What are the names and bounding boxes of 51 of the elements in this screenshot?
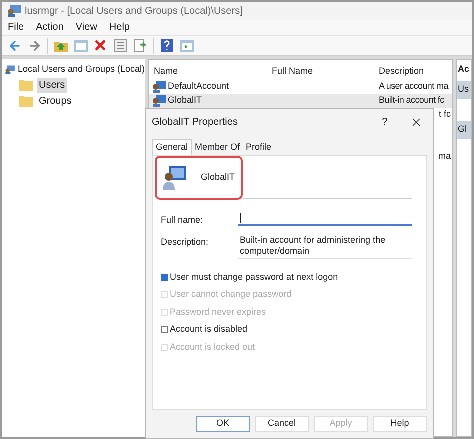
description-text: ma bbox=[438, 150, 451, 164]
user-computer-icon bbox=[163, 165, 187, 191]
field-label: Full name: bbox=[161, 214, 204, 227]
window-title: lusrmgr - [Local Users and Groups (Local)\Users] bbox=[25, 4, 243, 18]
checkbox-label: Account is disabled bbox=[170, 323, 248, 336]
checkbox-label: Account is locked out bbox=[170, 340, 256, 354]
list-row[interactable]: DefaultAccount A user account ma bbox=[149, 80, 452, 94]
dialog-button[interactable]: OK bbox=[196, 416, 250, 432]
column-header[interactable]: Name bbox=[149, 65, 270, 79]
description-text: t fc bbox=[438, 108, 451, 122]
user-icon bbox=[152, 95, 166, 107]
user-name: GlobalIT bbox=[201, 171, 236, 184]
text-field[interactable] bbox=[238, 212, 412, 226]
actions-section[interactable]: Gl bbox=[457, 121, 471, 139]
folder-icon bbox=[19, 79, 33, 91]
tree-item[interactable]: Users bbox=[37, 78, 68, 92]
actions-header: Ac bbox=[457, 63, 471, 76]
actions-section[interactable]: Us bbox=[457, 81, 471, 99]
tab[interactable]: Member Of bbox=[192, 141, 244, 155]
dialog-title: GlobalIT Properties bbox=[152, 116, 239, 130]
help-button[interactable]: ? bbox=[378, 114, 392, 130]
field-label: Description: bbox=[161, 236, 210, 249]
description-text: Built-in account fc bbox=[378, 94, 444, 108]
menu-item[interactable]: Help bbox=[109, 20, 130, 35]
export-icon[interactable] bbox=[131, 36, 150, 54]
text-field[interactable]: Built-in account for administering the computer/domain bbox=[238, 234, 412, 258]
user-icon bbox=[152, 81, 166, 93]
tree-item[interactable]: Local Users and Groups (Local) bbox=[18, 63, 145, 76]
checkbox[interactable] bbox=[161, 326, 168, 334]
dialog-button[interactable]: Help bbox=[373, 416, 427, 432]
checkbox-label: Password never expires bbox=[170, 306, 266, 319]
checkbox-label: User must change password at next logon bbox=[170, 270, 338, 284]
menu-item[interactable]: File bbox=[8, 20, 24, 35]
computer-users-icon bbox=[5, 64, 15, 76]
tree-item[interactable]: Groups bbox=[37, 94, 74, 108]
description-text: A user account ma bbox=[378, 80, 448, 94]
list-row[interactable]: GlobalIT Built-in account fc bbox=[149, 94, 452, 108]
computer-users-icon bbox=[7, 5, 21, 17]
properties-icon[interactable] bbox=[111, 36, 130, 54]
column-header[interactable]: Description bbox=[377, 65, 452, 79]
user-name: DefaultAccount bbox=[168, 80, 230, 94]
checkbox-label: User cannot change password bbox=[170, 288, 292, 301]
user-name: GlobalIT bbox=[168, 94, 202, 108]
tab[interactable]: General bbox=[152, 139, 192, 155]
menu-item[interactable]: Action bbox=[36, 20, 64, 35]
menu-item[interactable]: View bbox=[76, 20, 98, 35]
checkbox[interactable] bbox=[161, 274, 168, 281]
tab[interactable]: Profile bbox=[243, 141, 275, 155]
dialog-button[interactable]: Cancel bbox=[255, 416, 309, 432]
folder-icon bbox=[19, 95, 33, 107]
column-header[interactable]: Full Name bbox=[270, 65, 377, 79]
